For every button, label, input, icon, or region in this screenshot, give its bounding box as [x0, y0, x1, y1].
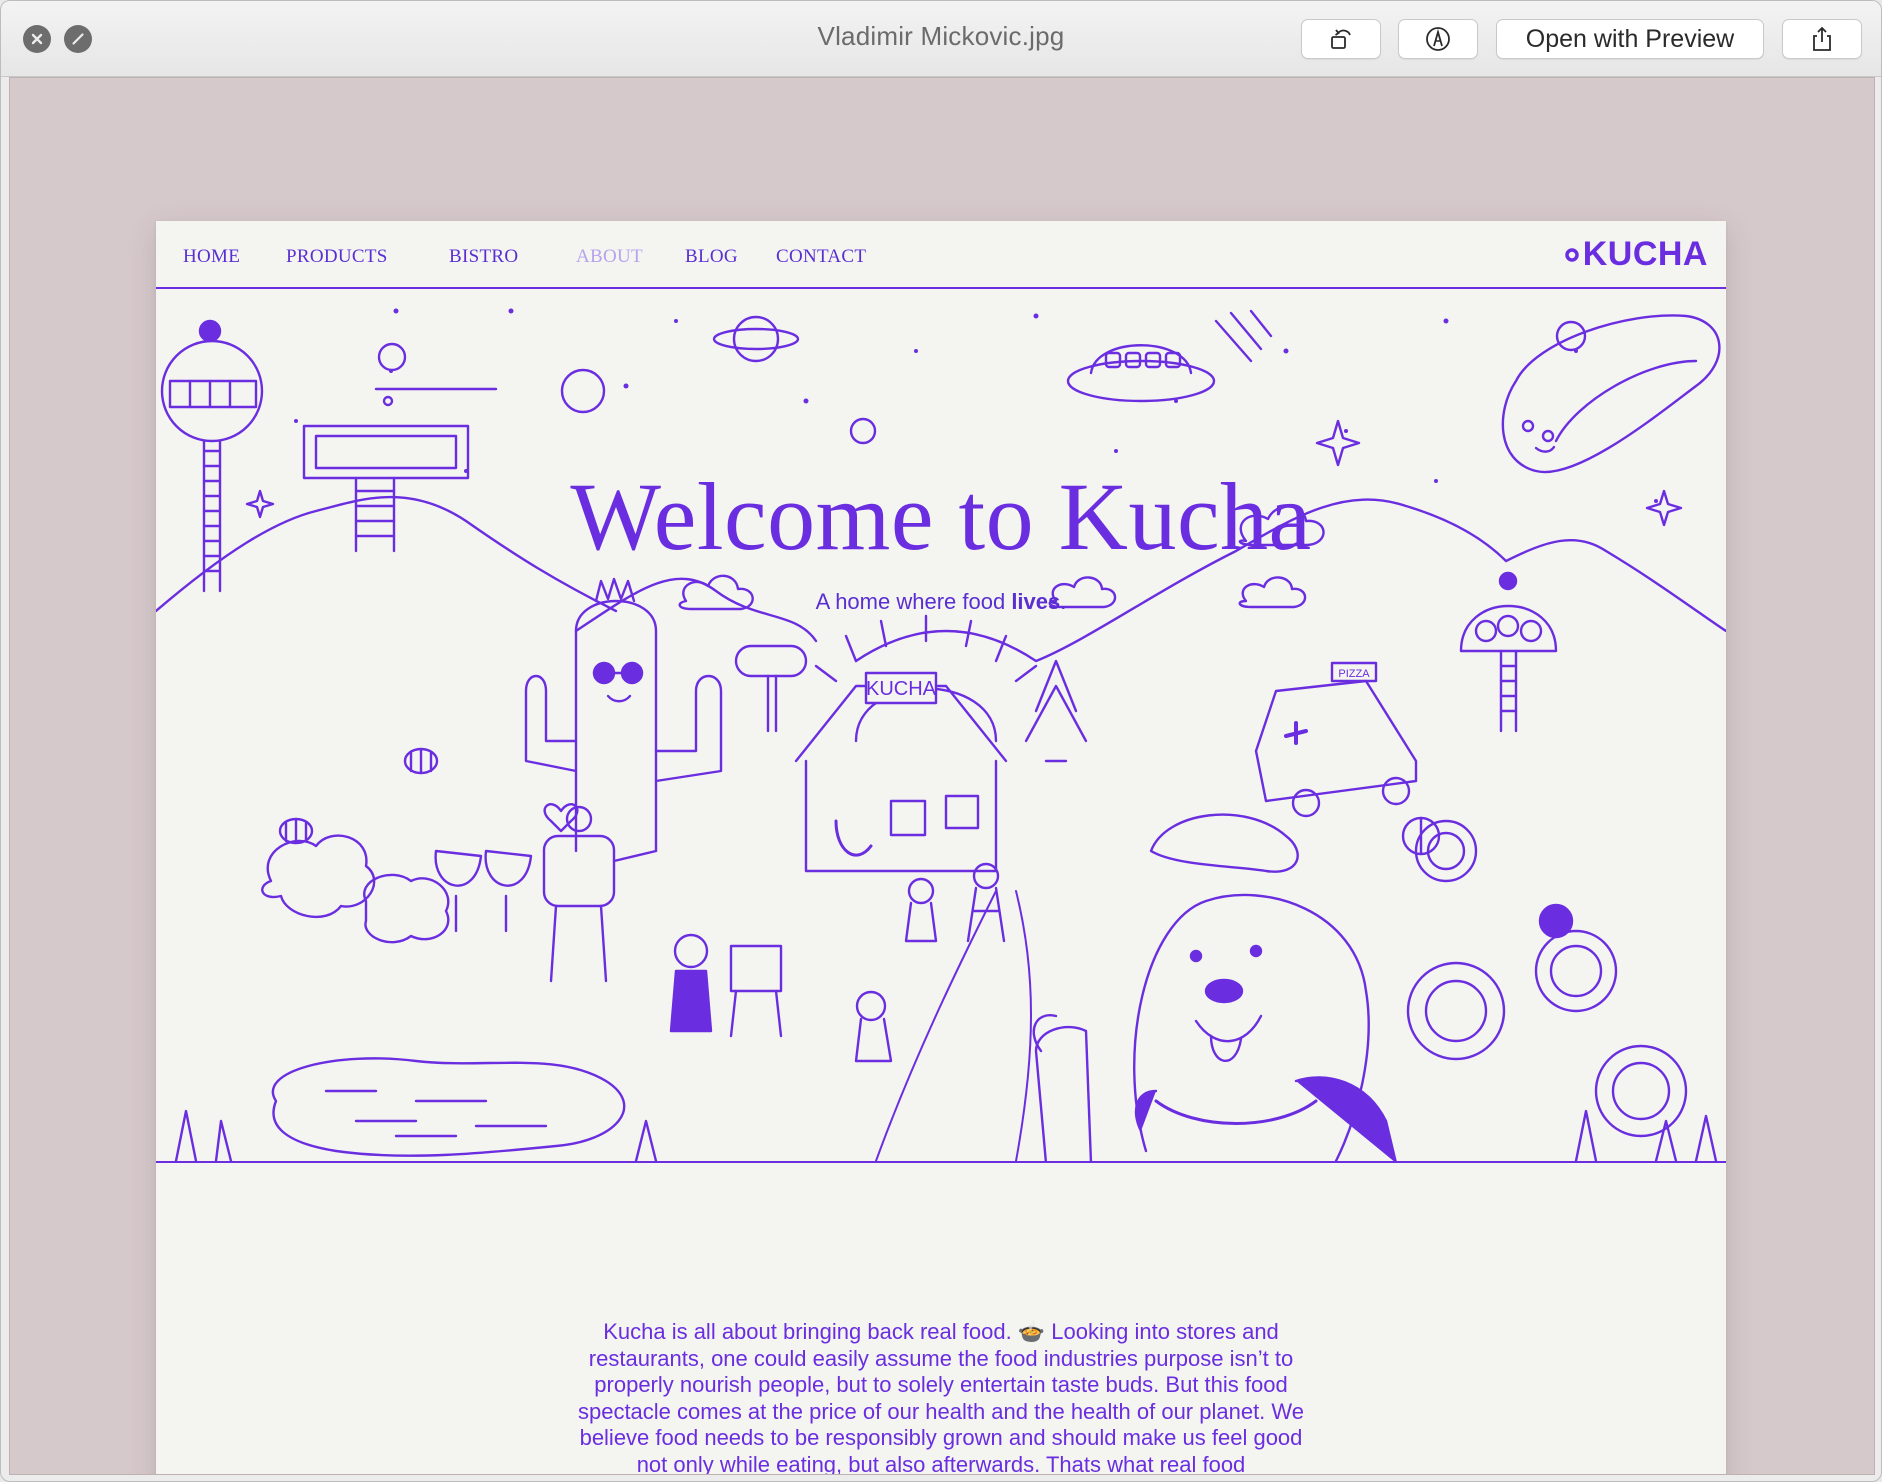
- hero-title: Welcome to Kucha: [570, 463, 1312, 570]
- fullscreen-button[interactable]: [64, 25, 92, 53]
- close-button[interactable]: [23, 25, 51, 53]
- share-icon: [1813, 26, 1831, 51]
- share-button[interactable]: [1782, 19, 1862, 59]
- nav-about[interactable]: ABOUT: [576, 246, 643, 268]
- pond-drawing: [271, 1057, 626, 1157]
- nav-blog[interactable]: BLOG: [685, 246, 738, 268]
- close-icon: [31, 33, 43, 45]
- website-screenshot: HOME PRODUCTS BISTRO ABOUT BLOG CONTACT …: [156, 221, 1726, 1475]
- truck-drawing: [1254, 661, 1418, 818]
- hero-subtitle-suffix: .: [1060, 589, 1067, 614]
- kucha-logo[interactable]: KUCHA: [1564, 235, 1708, 274]
- logo-text: KUCHA: [1582, 235, 1708, 273]
- robot-drawing: [542, 805, 658, 983]
- rotate-button[interactable]: [1301, 19, 1381, 59]
- hero-illustration: [156, 308, 1726, 1161]
- hero-section: Welcome to Kucha A home where food lives…: [156, 291, 1726, 1163]
- site-navigation: HOME PRODUCTS BISTRO ABOUT BLOG CONTACT …: [156, 221, 1726, 289]
- logo-mark-icon: [1564, 247, 1579, 262]
- sign-drawing: [734, 644, 808, 733]
- quick-look-window: Vladimir Mickovic.jpg Open with Preview: [0, 0, 1882, 1482]
- hero-subtitle: A home where food lives.: [156, 589, 1726, 615]
- rotate-icon: [1331, 29, 1351, 49]
- hero-subtitle-prefix: A home where food: [815, 589, 1012, 614]
- open-with-preview-button[interactable]: Open with Preview: [1496, 19, 1764, 59]
- nav-home[interactable]: HOME: [183, 246, 240, 268]
- ufo-drawing: [1066, 309, 1273, 403]
- nav-contact[interactable]: CONTACT: [776, 246, 866, 268]
- painter-drawing: [669, 933, 783, 1038]
- flowers-drawing: [1406, 819, 1688, 1138]
- preview-stage: HOME PRODUCTS BISTRO ABOUT BLOG CONTACT …: [9, 77, 1875, 1475]
- fullscreen-icon: [72, 33, 84, 45]
- nav-products[interactable]: PRODUCTS: [286, 246, 388, 268]
- dog-drawing: [1133, 813, 1397, 1161]
- hero-subtitle-bold: lives: [1011, 589, 1061, 614]
- markup-button[interactable]: [1398, 19, 1478, 59]
- markup-icon: [1426, 27, 1450, 51]
- title-bar: Vladimir Mickovic.jpg Open with Preview: [1, 1, 1881, 77]
- cactus-drawing: [524, 577, 723, 853]
- hotdog-drawing: [1501, 314, 1721, 474]
- nav-bistro[interactable]: BISTRO: [449, 246, 518, 268]
- window-title: Vladimir Mickovic.jpg: [817, 21, 1065, 51]
- intro-paragraph: Kucha is all about bringing back real fo…: [577, 1319, 1305, 1475]
